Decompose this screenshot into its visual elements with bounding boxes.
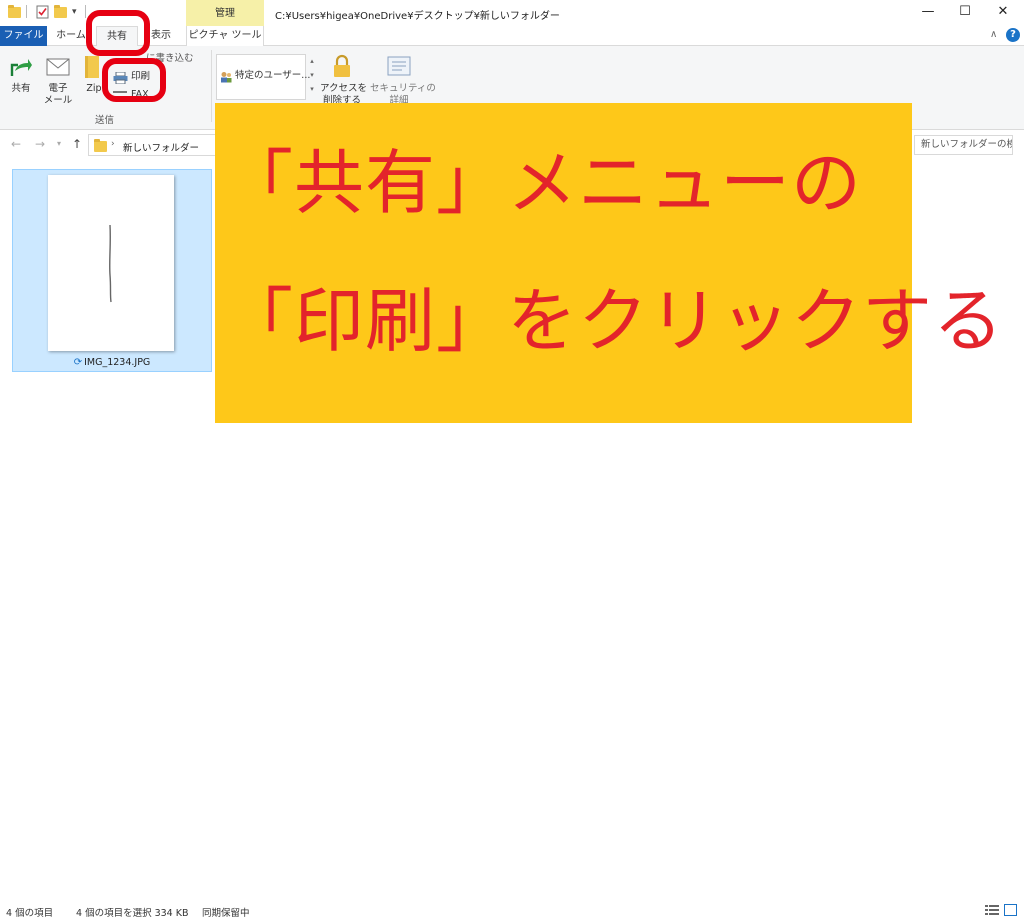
status-bar: 4 個の項目 4 個の項目を選択 334 KB 同期保留中 <box>0 899 1024 921</box>
maximize-button[interactable]: ☐ <box>947 0 983 26</box>
ribbon-tabs: ファイル ホーム 共有 表示 ピクチャ ツール ∧ ? <box>0 26 1024 46</box>
new-folder-icon[interactable] <box>54 5 68 19</box>
details-view-icon[interactable] <box>985 905 999 915</box>
status-selection: 4 個の項目を選択 334 KB <box>76 908 189 919</box>
breadcrumb-current[interactable]: 新しいフォルダー <box>123 140 199 154</box>
up-arrow-icon[interactable]: ↑ <box>72 137 82 151</box>
collapse-ribbon-chevron-icon[interactable]: ∧ <box>990 29 997 40</box>
help-icon[interactable]: ? <box>1006 28 1020 42</box>
status-item-count: 4 個の項目 <box>6 908 54 919</box>
search-input[interactable]: 新しいフォルダーの検... <box>914 135 1013 155</box>
specific-user-label[interactable]: 特定のユーザー... <box>235 70 310 82</box>
highlight-ring-share-tab <box>86 10 150 56</box>
lock-icon[interactable] <box>333 54 351 81</box>
sync-pending-icon: ⟳ <box>73 357 83 368</box>
image-thumbnail <box>48 175 174 351</box>
share-button-label[interactable]: 共有 <box>6 83 36 95</box>
back-arrow-icon[interactable]: ← <box>11 137 21 151</box>
users-icon <box>220 71 232 86</box>
large-icons-view-icon[interactable] <box>1004 904 1017 916</box>
manage-context-tab[interactable]: 管理 <box>186 0 264 26</box>
qa-divider <box>26 5 27 18</box>
tab-picture-tools[interactable]: ピクチャ ツール <box>186 26 264 46</box>
title-bar: ▾ 管理 C:¥Users¥higea¥OneDrive¥デスクトップ¥新しいフ… <box>0 0 1024 26</box>
instruction-callout: 「共有」メニューの 「印刷」をクリックする <box>215 103 1003 423</box>
minimize-button[interactable]: — <box>910 0 946 26</box>
file-name[interactable]: IMG_1234.JPG <box>84 357 150 368</box>
share-arrow-icon[interactable] <box>9 56 33 81</box>
folder-icon <box>8 5 22 19</box>
address-bar[interactable]: › 新しいフォルダー <box>88 134 216 156</box>
file-item[interactable]: ⟳ IMG_1234.JPG <box>12 169 212 372</box>
security-properties-icon[interactable] <box>387 56 411 79</box>
gallery-scroll-arrows-icon[interactable]: ▴ ▾ ▾ <box>307 54 317 100</box>
tab-home[interactable]: ホーム <box>52 26 90 46</box>
window-title-path: C:¥Users¥higea¥OneDrive¥デスクトップ¥新しいフォルダー <box>275 11 560 22</box>
close-button[interactable]: ✕ <box>985 0 1021 26</box>
send-group-caption: 送信 <box>95 115 115 126</box>
callout-line-2: 「印刷」をクリックする <box>223 280 1004 362</box>
customize-qa-chevron-icon[interactable]: ▾ <box>72 7 86 21</box>
folder-icon <box>94 139 107 152</box>
breadcrumb-chevron-icon[interactable]: › <box>111 139 115 149</box>
zip-button-label[interactable]: Zip <box>84 83 104 95</box>
ribbon-separator <box>211 50 212 122</box>
status-sync: 同期保留中 <box>202 908 250 919</box>
highlight-ring-print <box>102 58 166 102</box>
zip-folder-icon[interactable] <box>85 56 99 78</box>
properties-check-icon[interactable] <box>36 5 50 19</box>
email-envelope-icon[interactable] <box>46 58 70 79</box>
file-name-row: ⟳ IMG_1234.JPG <box>13 357 211 368</box>
tab-file[interactable]: ファイル <box>0 26 47 46</box>
recent-chevron-icon[interactable]: ▾ <box>57 139 61 148</box>
qa-divider <box>85 5 86 18</box>
forward-arrow-icon[interactable]: → <box>35 137 45 151</box>
email-button-label[interactable]: 電子 メール <box>40 83 76 107</box>
share-with-gallery[interactable]: 特定のユーザー... <box>216 54 310 100</box>
callout-line-1: 「共有」メニューの <box>223 142 862 224</box>
